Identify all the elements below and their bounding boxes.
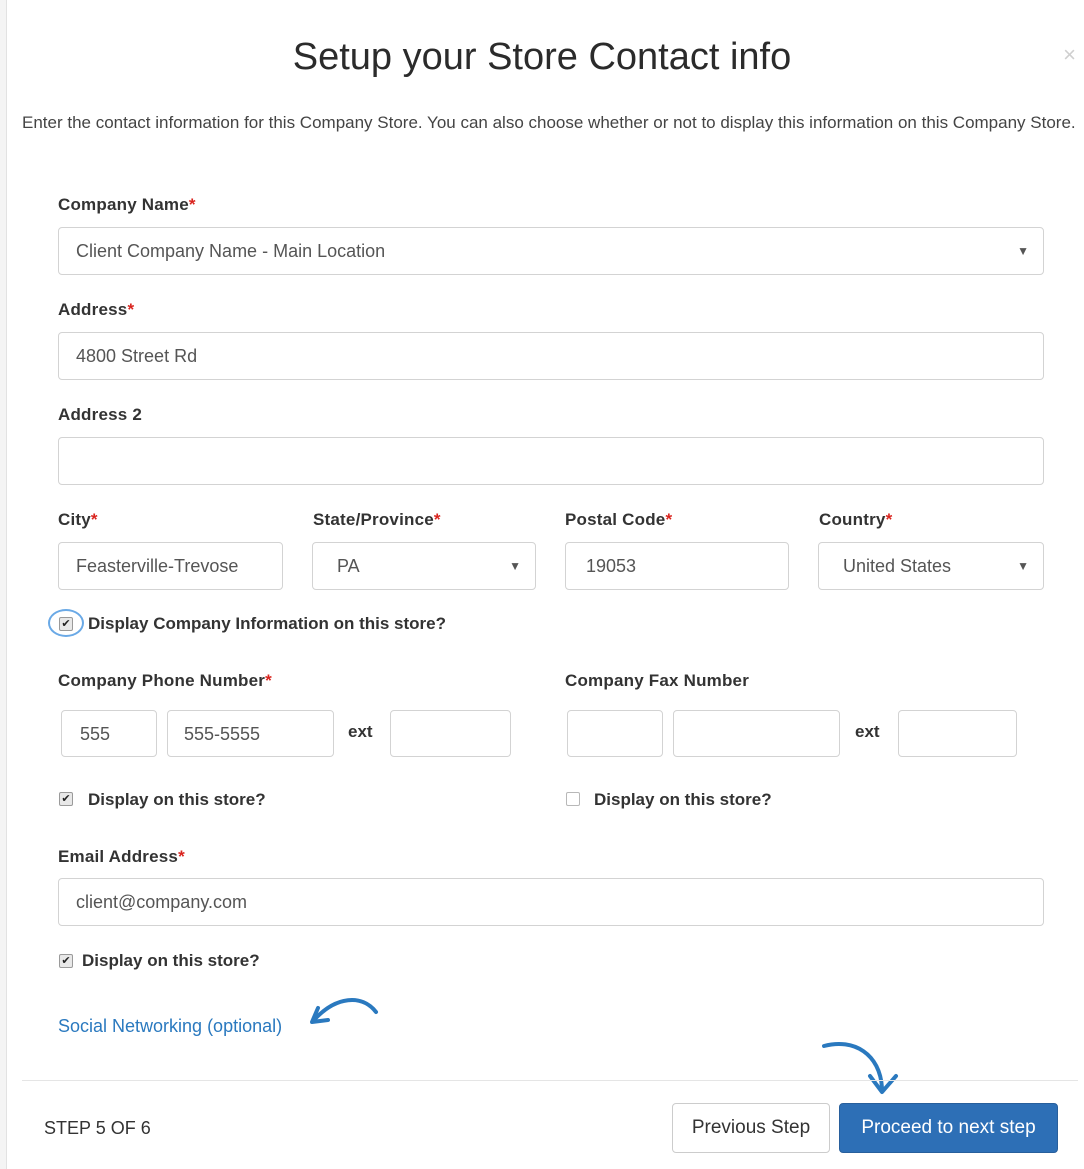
previous-step-button[interactable]: Previous Step (672, 1103, 830, 1153)
modal-title: Setup your Store Contact info (292, 36, 792, 78)
phone-number-input[interactable]: 555-5555 (167, 710, 334, 757)
required-marker: * (90, 510, 98, 529)
step-indicator: STEP 5 OF 6 (44, 1118, 151, 1138)
company-name-label: Company Name* (58, 195, 196, 214)
annotation-arrow-icon (310, 998, 378, 1024)
required-marker: * (188, 195, 196, 214)
state-value: PA (337, 556, 360, 576)
page-left-edge (0, 0, 7, 1169)
address-input[interactable]: 4800 Street Rd (58, 332, 1044, 380)
postal-input[interactable]: 19053 (565, 542, 789, 590)
fax-display-checkbox[interactable] (566, 792, 580, 806)
required-marker: * (665, 510, 673, 529)
country-value: United States (843, 556, 952, 576)
phone-ext-input[interactable] (390, 710, 511, 757)
postal-value: 19053 (586, 556, 637, 576)
email-display-label: Display on this store? (82, 951, 260, 970)
city-value: Feasterville-Trevose (76, 556, 239, 576)
city-input[interactable]: Feasterville-Trevose (58, 542, 283, 590)
address2-label: Address 2 (58, 405, 143, 424)
phone-label: Company Phone Number* (58, 671, 272, 690)
required-marker: * (885, 510, 893, 529)
address2-input[interactable] (58, 437, 1044, 485)
company-name-select[interactable]: Client Company Name - Main Location ▼ (58, 227, 1044, 275)
chevron-down-icon: ▼ (1017, 244, 1029, 258)
email-label: Email Address* (58, 847, 185, 866)
required-marker: * (127, 300, 135, 319)
social-networking-link[interactable]: Social Networking (optional) (58, 1016, 282, 1037)
country-select[interactable]: United States ▼ (818, 542, 1044, 590)
phone-display-checkbox[interactable]: ✔ (59, 792, 73, 806)
close-icon[interactable]: × (1063, 42, 1076, 68)
chevron-down-icon: ▼ (1017, 559, 1029, 573)
phone-number-value: 555-5555 (184, 724, 261, 744)
email-display-checkbox[interactable]: ✔ (59, 954, 73, 968)
display-company-label: Display Company Information on this stor… (88, 614, 446, 633)
required-marker: * (178, 847, 185, 866)
company-name-value: Client Company Name - Main Location (76, 241, 386, 261)
phone-area-value: 555 (80, 724, 111, 744)
address-value: 4800 Street Rd (76, 346, 198, 366)
required-marker: * (265, 671, 272, 690)
email-value: client@company.com (76, 892, 247, 912)
state-label: State/Province* (313, 510, 441, 529)
city-label: City* (58, 510, 98, 529)
fax-area-input[interactable] (567, 710, 663, 757)
proceed-next-step-button[interactable]: Proceed to next step (839, 1103, 1058, 1153)
display-company-checkbox[interactable]: ✔ (59, 617, 73, 631)
postal-label: Postal Code* (565, 510, 673, 529)
fax-display-label: Display on this store? (594, 790, 772, 809)
fax-number-input[interactable] (673, 710, 840, 757)
phone-ext-label: ext (348, 722, 373, 741)
phone-area-input[interactable]: 555 (61, 710, 157, 757)
email-input[interactable]: client@company.com (58, 878, 1044, 926)
phone-display-label: Display on this store? (88, 790, 266, 809)
footer-divider (22, 1080, 1078, 1081)
state-select[interactable]: PA ▼ (312, 542, 536, 590)
required-marker: * (433, 510, 441, 529)
intro-text: Enter the contact information for this C… (22, 113, 1076, 132)
country-label: Country* (819, 510, 893, 529)
fax-label: Company Fax Number (565, 671, 750, 690)
fax-ext-input[interactable] (898, 710, 1017, 757)
chevron-down-icon: ▼ (509, 559, 521, 573)
annotation-arrow-icon (822, 1042, 898, 1094)
fax-ext-label: ext (855, 722, 880, 741)
address-label: Address* (58, 300, 135, 319)
